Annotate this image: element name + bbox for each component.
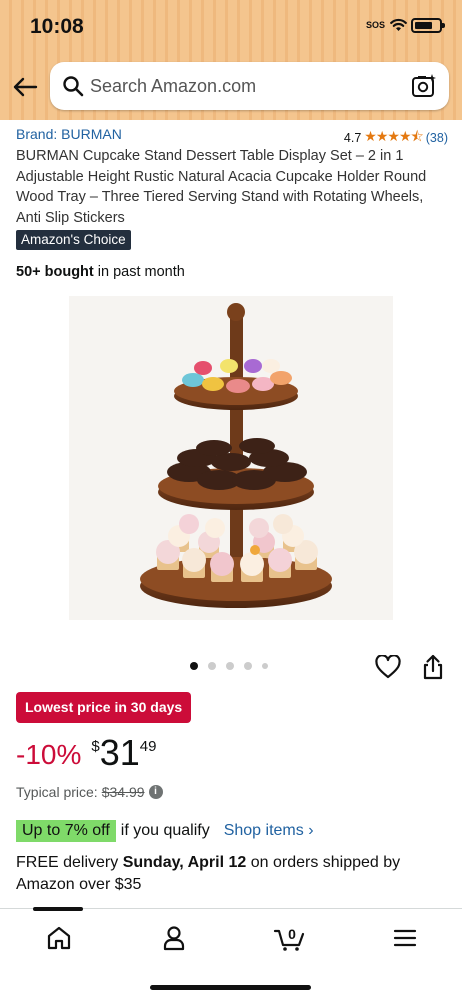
battery-icon: [411, 18, 445, 33]
search-bar[interactable]: [50, 62, 449, 110]
menu-icon[interactable]: [390, 923, 420, 953]
header: 10:08 SOS: [0, 0, 462, 120]
search-input[interactable]: [90, 72, 390, 100]
delivery-date[interactable]: Sunday, April 12: [123, 854, 247, 871]
wifi-icon: [390, 18, 407, 31]
search-icon: [63, 76, 84, 97]
brand-link[interactable]: Brand: BURMAN: [16, 126, 122, 142]
shop-items-link[interactable]: Shop items ›: [224, 822, 314, 840]
cart-count: 0: [288, 926, 296, 942]
carousel-dot[interactable]: [208, 662, 216, 670]
info-icon[interactable]: i: [148, 785, 163, 799]
cupcake-stand-illustration: [140, 303, 332, 608]
carousel-dot[interactable]: [226, 662, 234, 670]
amazons-choice-badge[interactable]: Amazon's Choice: [16, 230, 131, 250]
typical-price-label: Typical price:: [16, 784, 98, 800]
carousel-dot[interactable]: [190, 662, 198, 670]
cart-icon[interactable]: 0: [273, 923, 307, 953]
promo-off-badge: Up to 7% off: [16, 820, 116, 842]
carousel-dot[interactable]: [244, 662, 252, 670]
share-icon[interactable]: [422, 654, 444, 680]
promo-row: Up to 7% off if you qualify Shop items ›: [16, 820, 314, 842]
product-image[interactable]: [69, 296, 393, 620]
rating-value: 4.7: [343, 131, 362, 145]
status-time: 10:08: [30, 15, 84, 38]
bought-count-rest: in past month: [93, 264, 185, 280]
bought-count-bold: 50+ bought: [16, 264, 94, 280]
promo-text: if you qualify: [120, 822, 210, 839]
home-icon[interactable]: [44, 923, 74, 953]
status-bar: 10:08 SOS: [0, 0, 462, 56]
heart-icon[interactable]: [375, 655, 401, 679]
typical-price-value: $34.99: [101, 784, 145, 800]
delivery-info: FREE delivery Sunday, April 12 on orders…: [16, 852, 446, 896]
price-fraction: 49: [139, 738, 157, 755]
typical-price: Typical price: $34.99 i: [16, 784, 163, 800]
delivery-pre: FREE delivery: [16, 854, 123, 871]
price: $ 31 49: [91, 733, 156, 773]
price-currency: $: [91, 738, 100, 755]
deal-badge: Lowest price in 30 days: [16, 692, 192, 723]
price-whole: 31: [99, 732, 140, 773]
product-title: BURMAN Cupcake Stand Dessert Table Displ…: [16, 148, 427, 226]
back-arrow-icon[interactable]: [12, 74, 38, 100]
review-count[interactable]: (38): [426, 131, 448, 145]
price-row: -10% $ 31 49: [16, 733, 156, 777]
brand-rating-row: Brand: BURMAN 4.7 ★★★★⯪ (38): [16, 126, 448, 145]
home-indicator[interactable]: [150, 985, 311, 990]
camera-search-icon[interactable]: [411, 73, 437, 99]
discount-percent: -10%: [16, 739, 82, 770]
image-carousel-dots[interactable]: [190, 662, 268, 670]
carousel-dot[interactable]: [262, 663, 268, 669]
account-icon[interactable]: [159, 923, 189, 953]
sos-indicator: SOS: [366, 20, 386, 30]
bought-count: 50+ bought in past month: [16, 264, 185, 280]
active-tab-indicator: [33, 907, 83, 911]
